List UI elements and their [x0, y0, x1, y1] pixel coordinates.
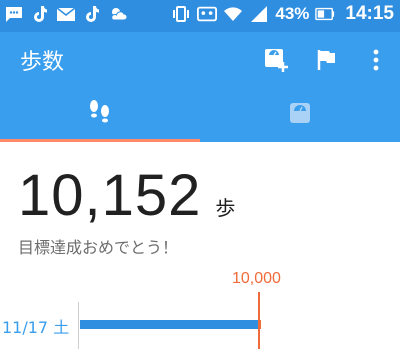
steps-unit: 歩	[215, 196, 236, 220]
app-bar: 歩数	[0, 32, 400, 88]
scale-icon	[288, 101, 312, 129]
mail-icon	[56, 4, 76, 24]
wifi-icon	[223, 4, 243, 24]
message-icon	[4, 4, 24, 24]
steps-content: 10,152 歩 目標達成おめでとう！ 10,000 11/17 土	[0, 142, 400, 349]
status-left-icons	[4, 4, 128, 24]
battery-icon	[315, 4, 335, 24]
tab-steps[interactable]	[0, 88, 200, 142]
cassette-icon	[197, 4, 218, 24]
signal-icon	[249, 4, 269, 24]
steps-bar[interactable]	[80, 320, 261, 329]
tab-bar	[0, 88, 400, 142]
goal-achieved-message: 目標達成おめでとう！	[18, 238, 179, 257]
flag-icon[interactable]	[310, 44, 342, 76]
chart-axis	[78, 302, 79, 349]
tiktok-icon	[82, 4, 102, 24]
tab-weight[interactable]	[200, 88, 400, 142]
page-title: 歩数	[20, 50, 65, 75]
status-right-icons: 43% 14:15	[171, 3, 394, 25]
tiktok-icon	[30, 4, 50, 24]
steps-count: 10,152	[18, 163, 202, 228]
add-weight-icon[interactable]	[260, 44, 292, 76]
goal-label: 10,000	[232, 270, 281, 287]
steps-bar-goal-marker	[258, 320, 261, 329]
status-bar: 43% 14:15	[0, 0, 400, 32]
steps-summary: 10,152 歩	[18, 162, 235, 229]
footsteps-icon	[86, 98, 114, 132]
clock: 14:15	[345, 3, 394, 24]
more-vert-icon[interactable]	[360, 44, 392, 76]
date-label[interactable]: 11/17 土	[2, 314, 69, 338]
app-bar-actions	[260, 44, 392, 76]
weather-icon	[108, 4, 128, 24]
vibrate-icon	[171, 4, 191, 24]
battery-percent: 43%	[275, 4, 310, 23]
